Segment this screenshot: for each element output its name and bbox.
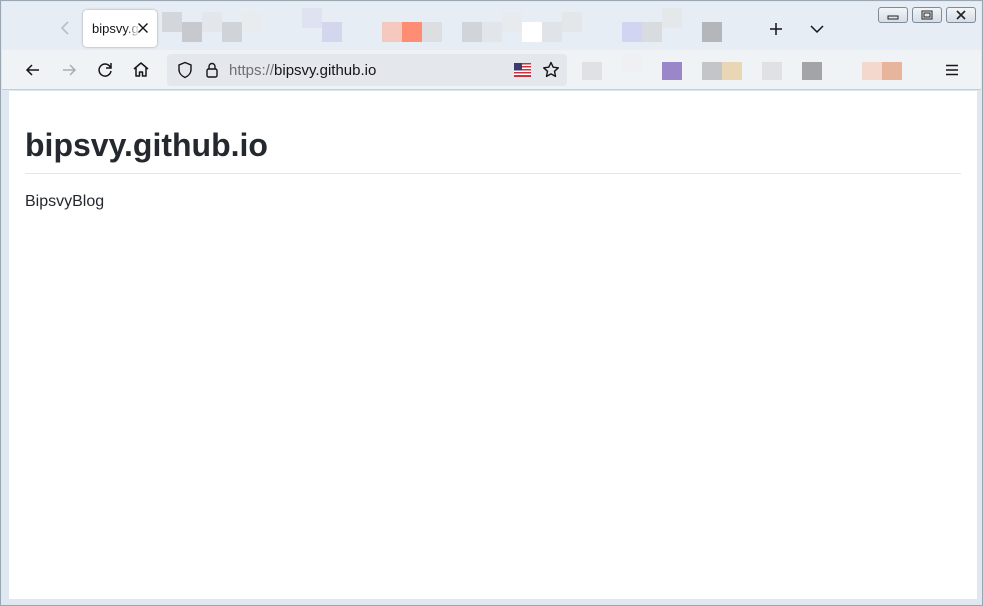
home-icon: [133, 62, 149, 77]
hamburger-menu-icon: [946, 64, 958, 76]
restore-button[interactable]: [912, 7, 942, 23]
tab-strip: bipsvy.github.io: [2, 2, 981, 50]
lock-icon[interactable]: [200, 58, 224, 82]
close-icon: [956, 10, 966, 20]
chevron-down-icon: [810, 25, 824, 34]
url-host: bipsvy.github.io: [274, 62, 377, 79]
forward-button[interactable]: [57, 58, 81, 82]
us-flag-icon[interactable]: [514, 63, 531, 77]
minimize-icon: [887, 15, 899, 20]
arrow-left-icon: [25, 64, 39, 76]
url-text[interactable]: https://bipsvy.github.io: [229, 62, 376, 79]
home-button[interactable]: [129, 58, 153, 82]
tab-active[interactable]: bipsvy.github.io: [83, 10, 157, 47]
page-content: bipsvy.github.io BipsvyBlog: [9, 91, 977, 599]
browser-window: bipsvy.github.io: [0, 0, 983, 606]
menu-button[interactable]: [940, 58, 964, 82]
tab-list-button[interactable]: [805, 17, 829, 41]
tab-scroll-left-button[interactable]: [54, 16, 78, 40]
tab-title: bipsvy.github.io: [92, 21, 140, 36]
minimize-button[interactable]: [878, 7, 908, 23]
reload-button[interactable]: [93, 58, 117, 82]
chevron-left-icon: [60, 21, 69, 35]
url-scheme: https://: [229, 62, 275, 79]
page-divider: [25, 173, 961, 174]
plus-icon: [770, 23, 782, 35]
reload-icon: [98, 63, 112, 77]
obscured-tabs: [162, 8, 762, 50]
page-title: bipsvy.github.io: [25, 127, 268, 163]
obscured-toolbar-items: [578, 54, 918, 86]
new-tab-button[interactable]: [764, 17, 788, 41]
shield-icon[interactable]: [173, 58, 197, 82]
restore-icon: [921, 10, 933, 20]
arrow-right-icon: [63, 64, 77, 76]
url-bar[interactable]: https://bipsvy.github.io: [167, 54, 567, 86]
navigation-toolbar: https://bipsvy.github.io: [2, 50, 981, 90]
page-body-text: BipsvyBlog: [25, 193, 105, 210]
back-button[interactable]: [21, 58, 45, 82]
star-icon[interactable]: [539, 58, 563, 82]
close-window-button[interactable]: [946, 7, 976, 23]
close-icon[interactable]: [135, 20, 151, 36]
